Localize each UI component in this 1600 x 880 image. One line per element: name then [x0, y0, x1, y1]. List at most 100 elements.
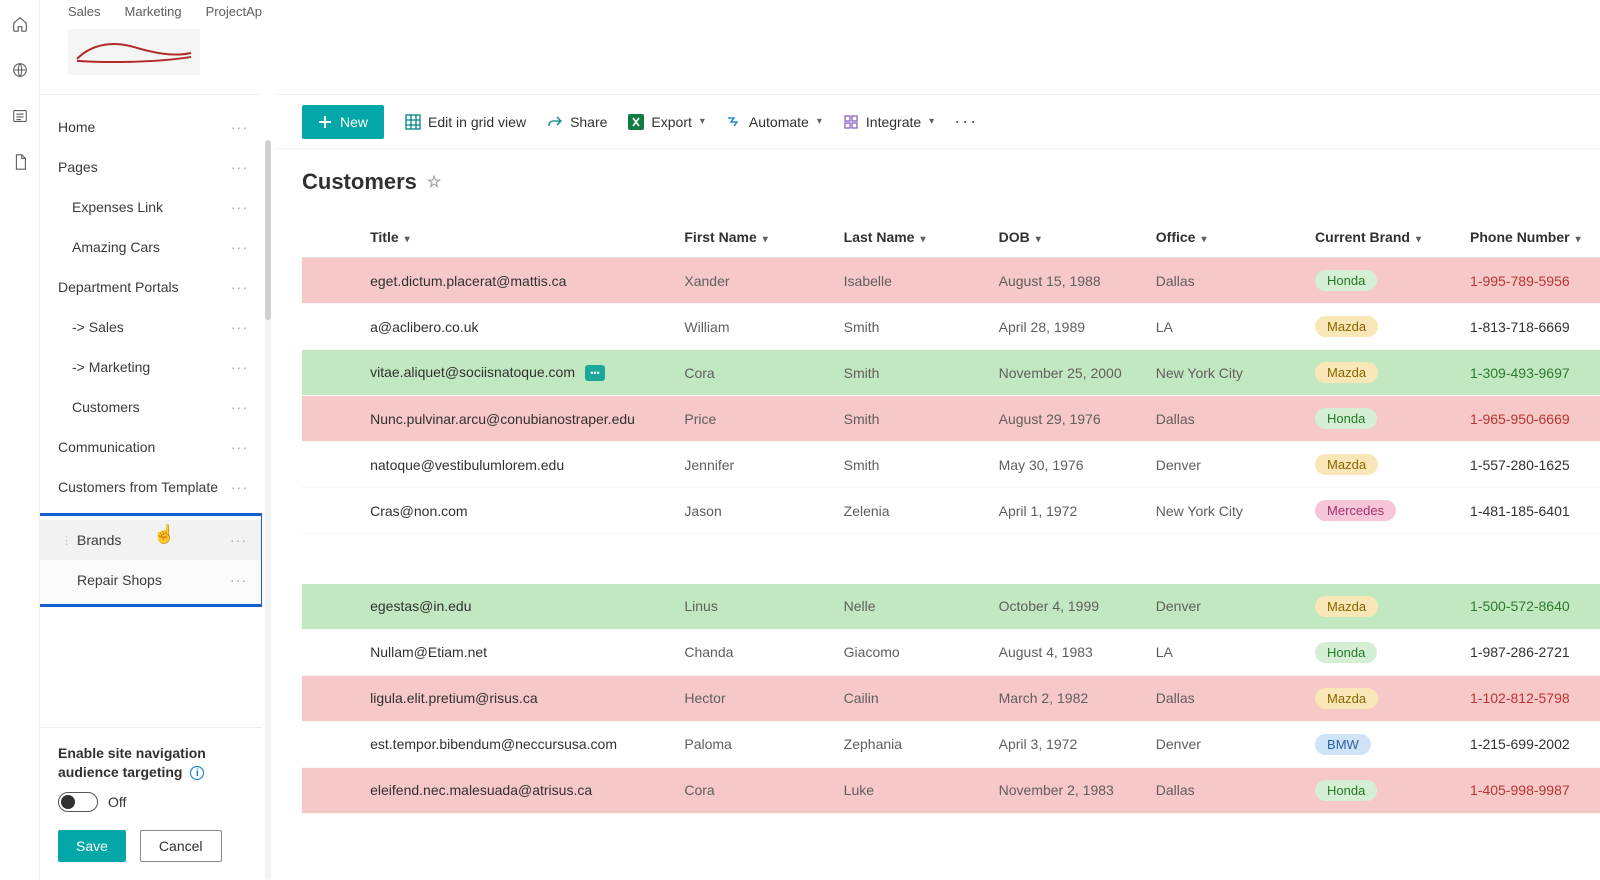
more-icon[interactable]: ··· [222, 532, 247, 548]
more-icon[interactable]: ··· [223, 199, 248, 215]
header-spacer [276, 0, 1600, 94]
left-column: Sales Marketing ProjectApex Home···Pages… [40, 0, 262, 880]
suite-header: Sales Marketing ProjectApex [40, 0, 262, 94]
column-header[interactable]: Phone Number▾ [1460, 217, 1600, 258]
nav-label: Customers [58, 399, 223, 415]
brand-pill: Mazda [1315, 362, 1378, 383]
audience-targeting-label: Enable site navigation audience targetin… [58, 744, 244, 782]
nav-item-brands[interactable]: ⋮⋮ Brands ☝ ··· [40, 520, 261, 560]
table-row[interactable]: Nunc.pulvinar.arcu@conubianostraper.eduP… [302, 396, 1600, 442]
more-icon[interactable]: ··· [223, 279, 248, 295]
edit-in-grid-button[interactable]: Edit in grid view [404, 113, 526, 131]
home-icon[interactable] [10, 14, 30, 34]
more-commands-button[interactable]: ··· [954, 111, 978, 132]
globe-icon[interactable] [10, 60, 30, 80]
info-icon[interactable]: i [190, 766, 204, 780]
list-title: Customers ☆ [302, 169, 1600, 195]
save-button[interactable]: Save [58, 830, 126, 862]
more-icon[interactable]: ··· [223, 399, 248, 415]
table-row[interactable]: eget.dictum.placerat@mattis.caXanderIsab… [302, 258, 1600, 304]
column-header[interactable]: Current Brand▾ [1305, 217, 1460, 258]
toggle-state-label: Off [108, 794, 126, 810]
chevron-down-icon: ▾ [920, 234, 925, 245]
share-icon [546, 113, 564, 131]
nav-item[interactable]: Expenses Link··· [40, 187, 262, 227]
column-header[interactable]: First Name▾ [674, 217, 833, 258]
comment-icon[interactable]: ••• [585, 365, 605, 381]
list-content: Customers ☆ Title▾First Name▾Last Name▾D… [276, 149, 1600, 880]
nav-label: -> Marketing [58, 359, 223, 375]
more-icon[interactable]: ··· [223, 479, 248, 495]
brand-pill: Honda [1315, 780, 1377, 801]
chevron-down-icon: ▾ [405, 234, 410, 245]
more-icon[interactable]: ··· [223, 319, 248, 335]
favorite-star-icon[interactable]: ☆ [427, 172, 441, 192]
nav-label: Communication [58, 439, 223, 455]
brand-pill: Mercedes [1315, 500, 1396, 521]
more-icon[interactable]: ··· [222, 572, 247, 588]
more-icon[interactable]: ··· [223, 239, 248, 255]
nav-item[interactable]: Communication··· [40, 427, 262, 467]
brand-pill: Mazda [1315, 688, 1378, 709]
nav-item[interactable]: Home··· [40, 107, 262, 147]
brand-pill: Mazda [1315, 454, 1378, 475]
column-header[interactable]: Title▾ [360, 217, 674, 258]
table-row[interactable]: egestas@in.eduLinusNelleOctober 4, 1999D… [302, 584, 1600, 630]
table-row[interactable]: est.tempor.bibendum@neccursusa.comPaloma… [302, 721, 1600, 767]
nav-item[interactable]: Amazing Cars··· [40, 227, 262, 267]
new-button[interactable]: New [302, 105, 384, 139]
chevron-down-icon: ▾ [817, 116, 822, 127]
nav-label: -> Sales [58, 319, 223, 335]
nav-item[interactable]: -> Sales··· [40, 307, 262, 347]
cancel-button[interactable]: Cancel [140, 830, 222, 862]
nav-item[interactable]: Department Portals··· [40, 267, 262, 307]
news-icon[interactable] [10, 106, 30, 126]
table-row[interactable]: Cras@non.comJasonZeleniaApril 1, 1972New… [302, 488, 1600, 534]
site-logo[interactable] [68, 29, 200, 75]
column-header[interactable]: Last Name▾ [834, 217, 989, 258]
integrate-button[interactable]: Integrate▾ [842, 113, 934, 131]
nav-item[interactable]: Customers··· [40, 387, 262, 427]
more-icon[interactable]: ··· [223, 119, 248, 135]
chevron-down-icon: ▾ [1036, 234, 1041, 245]
table-row[interactable]: vitae.aliquet@sociisnatoque.com•••CoraSm… [302, 350, 1600, 396]
nav-item-repair-shops[interactable]: ⋮⋮ Repair Shops ··· [40, 560, 261, 600]
more-icon[interactable]: ··· [223, 159, 248, 175]
file-icon[interactable] [10, 152, 30, 172]
excel-icon [627, 113, 645, 131]
automate-button[interactable]: Automate▾ [725, 113, 822, 131]
app-icon [842, 113, 860, 131]
column-header[interactable]: DOB▾ [989, 217, 1146, 258]
sidebar-scrollbar[interactable] [262, 0, 276, 880]
table-row[interactable]: Nullam@Etiam.netChandaGiacomoAugust 4, 1… [302, 629, 1600, 675]
chevron-down-icon: ▾ [763, 234, 768, 245]
drag-handle-icon[interactable]: ⋮⋮ [61, 534, 71, 547]
nav-label: Expenses Link [58, 199, 223, 215]
share-button[interactable]: Share [546, 113, 607, 131]
nav-label: Home [58, 119, 223, 135]
brand-pill: Honda [1315, 642, 1377, 663]
more-icon[interactable]: ··· [223, 439, 248, 455]
table-row[interactable]: natoque@vestibulumlorem.eduJenniferSmith… [302, 442, 1600, 488]
nav-item[interactable]: -> Marketing··· [40, 347, 262, 387]
table-row[interactable]: ligula.elit.pretium@risus.caHectorCailin… [302, 675, 1600, 721]
more-icon[interactable]: ··· [223, 359, 248, 375]
brand-pill: BMW [1315, 734, 1371, 755]
nav-item[interactable]: Pages··· [40, 147, 262, 187]
chevron-down-icon: ▾ [929, 116, 934, 127]
suite-tabs: Sales Marketing ProjectApex [68, 0, 262, 19]
command-bar: New Edit in grid view Share Export▾ Auto… [276, 95, 1600, 149]
nav-label: Repair Shops [77, 572, 222, 588]
nav-label: Amazing Cars [58, 239, 223, 255]
export-button[interactable]: Export▾ [627, 113, 705, 131]
flow-icon [725, 113, 743, 131]
table-row[interactable]: eleifend.nec.malesuada@atrisus.caCoraLuk… [302, 767, 1600, 813]
table-row[interactable]: a@aclibero.co.ukWilliamSmithApril 28, 19… [302, 304, 1600, 350]
brand-pill: Honda [1315, 270, 1377, 291]
tab-marketing[interactable]: Marketing [125, 4, 182, 19]
column-header[interactable]: Office▾ [1146, 217, 1305, 258]
nav-item[interactable]: Customers from Template··· [40, 467, 262, 507]
audience-targeting-toggle[interactable] [58, 792, 98, 812]
tab-sales[interactable]: Sales [68, 4, 101, 19]
chevron-down-icon: ▾ [1576, 234, 1581, 245]
